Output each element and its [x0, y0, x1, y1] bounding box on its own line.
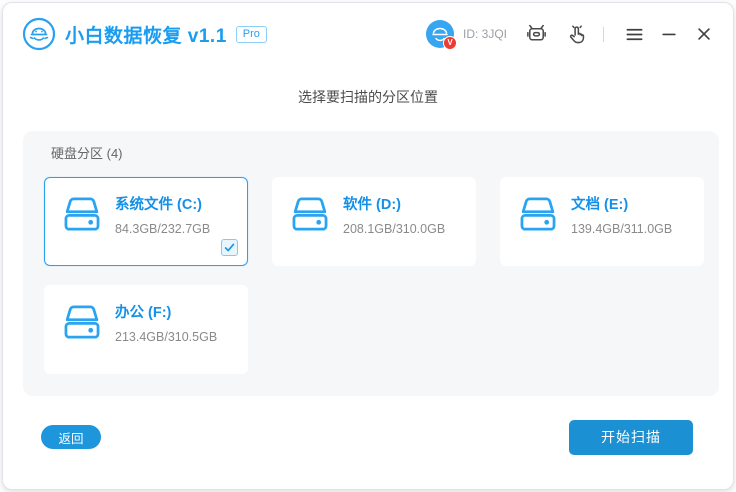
partition-size: 213.4GB/310.5GB	[115, 330, 217, 344]
user-avatar[interactable]: V	[426, 20, 454, 48]
header-divider	[603, 27, 604, 42]
title-bar: 小白数据恢复 v1.1 Pro V ID: 3JQI	[3, 3, 733, 65]
partition-size: 84.3GB/232.7GB	[115, 222, 210, 236]
footer: 返回 开始扫描	[41, 419, 693, 455]
partition-name: 文档 (E:)	[571, 193, 672, 214]
partition-card-d[interactable]: 软件 (D:) 208.1GB/310.0GB	[272, 177, 476, 266]
menu-icon[interactable]	[624, 24, 644, 44]
app-window: 小白数据恢复 v1.1 Pro V ID: 3JQI	[2, 2, 734, 490]
minimize-icon[interactable]	[659, 24, 679, 44]
service-robot-icon[interactable]	[524, 22, 548, 46]
partition-grid: 系统文件 (C:) 84.3GB/232.7GB	[44, 177, 704, 374]
app-logo-icon	[22, 17, 56, 51]
back-button[interactable]: 返回	[41, 425, 101, 449]
section-label: 硬盘分区 (4)	[51, 143, 123, 162]
touch-like-icon[interactable]	[565, 22, 589, 46]
pro-badge: Pro	[236, 26, 267, 43]
partition-name: 系统文件 (C:)	[115, 193, 210, 214]
start-scan-button[interactable]: 开始扫描	[569, 420, 693, 455]
partition-card-e[interactable]: 文档 (E:) 139.4GB/311.0GB	[500, 177, 704, 266]
checkbox-checked-icon[interactable]	[221, 239, 238, 256]
hard-drive-icon	[60, 196, 104, 233]
hard-drive-icon	[60, 304, 104, 341]
hard-drive-icon	[516, 196, 560, 233]
app-title: 小白数据恢复 v1.1	[65, 21, 227, 48]
user-id: ID: 3JQI	[463, 27, 507, 41]
vip-badge: V	[443, 36, 457, 50]
close-icon[interactable]	[694, 24, 714, 44]
partition-name: 软件 (D:)	[343, 193, 445, 214]
partition-card-c[interactable]: 系统文件 (C:) 84.3GB/232.7GB	[44, 177, 248, 266]
partitions-panel: 硬盘分区 (4) www.pHome.NET 系统文件 (C:) 84.3GB/…	[23, 131, 719, 396]
partition-name: 办公 (F:)	[115, 301, 217, 322]
partition-card-f[interactable]: 办公 (F:) 213.4GB/310.5GB	[44, 285, 248, 374]
page-title: 选择要扫描的分区位置	[3, 87, 733, 107]
hard-drive-icon	[288, 196, 332, 233]
partition-size: 139.4GB/311.0GB	[571, 222, 672, 236]
partition-size: 208.1GB/310.0GB	[343, 222, 445, 236]
